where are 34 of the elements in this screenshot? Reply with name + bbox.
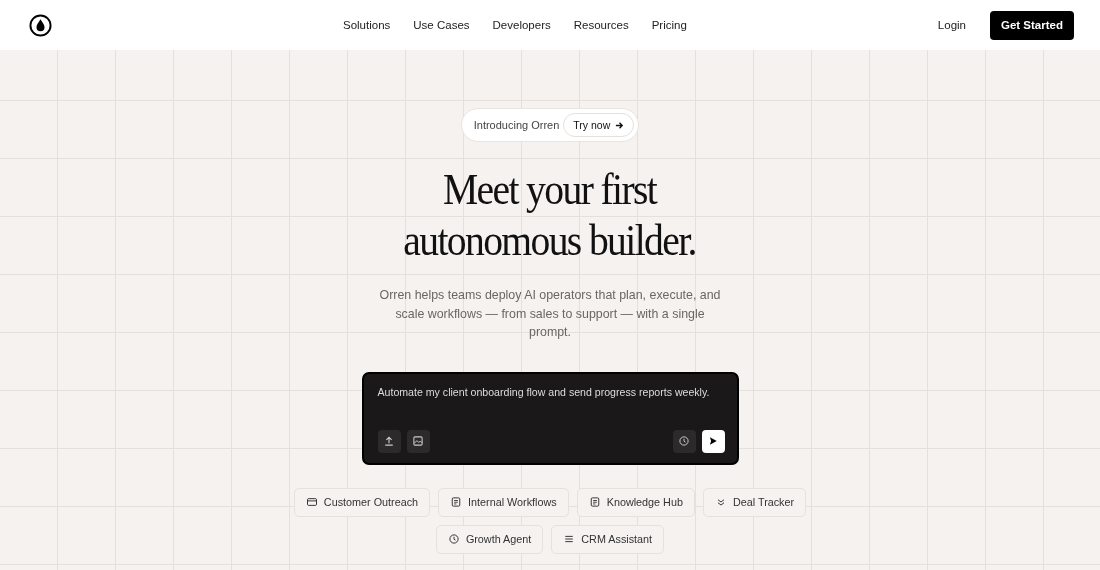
login-link[interactable]: Login — [937, 19, 966, 31]
history-button[interactable] — [672, 429, 696, 453]
send-icon — [708, 436, 718, 446]
logo-icon[interactable] — [29, 13, 52, 37]
suggestion-chip[interactable]: Deal Tracker — [702, 487, 807, 517]
nav-link[interactable]: Developers — [492, 19, 551, 31]
image-button[interactable] — [406, 429, 430, 453]
nav-link[interactable]: Resources — [573, 19, 629, 31]
try-now-button[interactable]: Try now — [563, 113, 635, 137]
nav-link[interactable]: Pricing — [651, 19, 687, 31]
clock-icon — [447, 533, 460, 545]
announcement-text: Introducing Orren — [473, 119, 560, 131]
image-icon — [412, 435, 424, 447]
hero-subtitle: Orren helps teams deploy AI operators that plan, execute, and scale workflows — from sales to support — with a single prompt. — [378, 287, 722, 341]
document-icon — [588, 496, 601, 508]
nav-link[interactable]: Use Cases — [413, 19, 470, 31]
menu-icon — [563, 533, 576, 545]
suggestion-chip[interactable]: Knowledge Hub — [576, 487, 695, 517]
suggestion-chip[interactable]: Growth Agent — [435, 524, 544, 554]
get-started-button[interactable]: Get Started — [990, 10, 1074, 40]
hero-title: autonomous builder. — [403, 215, 697, 266]
card-icon — [305, 496, 318, 508]
prompt-field[interactable]: Automate my client onboarding flow and send progress reports weekly. — [361, 371, 739, 465]
send-button[interactable] — [701, 429, 725, 453]
suggestion-chip[interactable]: Internal Workflows — [438, 487, 569, 517]
clock-icon — [678, 435, 690, 447]
document-icon — [450, 496, 463, 508]
hero-title: Meet your first — [443, 164, 657, 215]
suggestion-chip[interactable]: Customer Outreach — [293, 487, 431, 517]
upload-icon — [383, 435, 395, 447]
nav-link[interactable]: Solutions — [343, 19, 391, 31]
upload-button[interactable] — [377, 429, 401, 453]
arrow-icon — [615, 120, 625, 130]
suggestion-chip[interactable]: CRM Assistant — [551, 524, 665, 554]
